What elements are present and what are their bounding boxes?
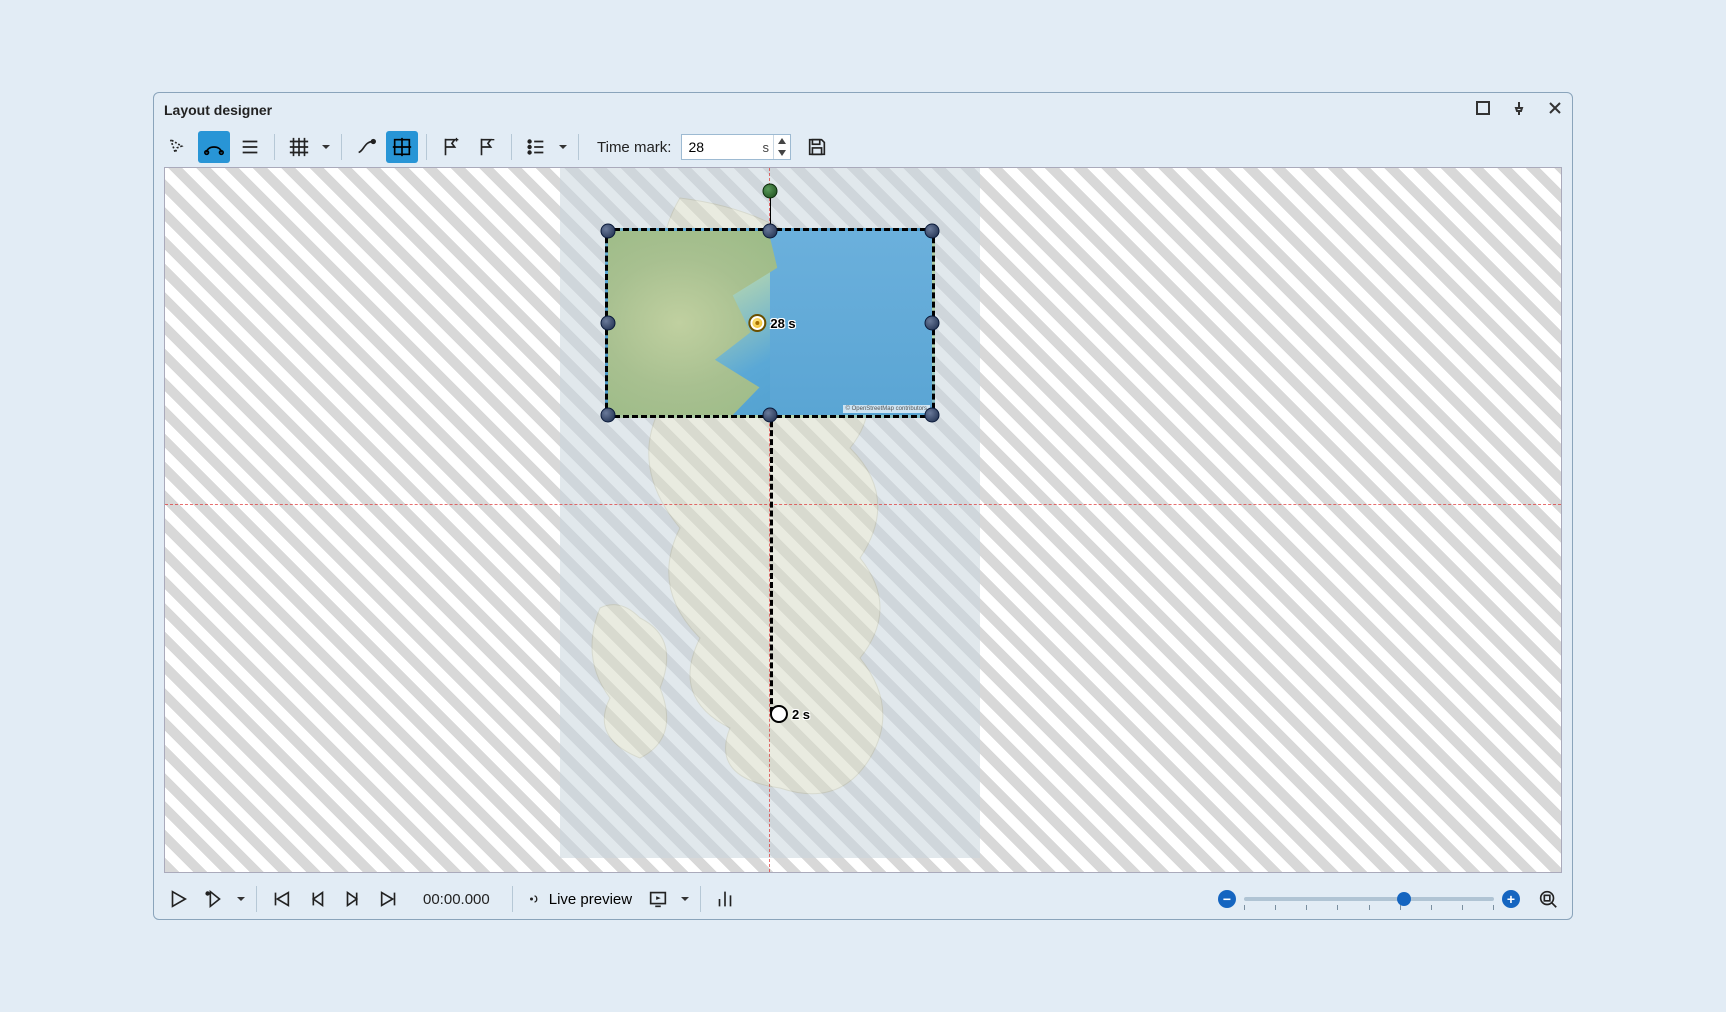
- keyframe-other[interactable]: 2 s: [770, 705, 810, 723]
- window-controls: [1476, 101, 1562, 120]
- spinner-up[interactable]: [774, 135, 790, 147]
- flag-remove-button[interactable]: [471, 131, 503, 163]
- select-tool-button[interactable]: [162, 131, 194, 163]
- timecode-display: 00:00.000: [423, 891, 490, 908]
- handle-sw[interactable]: [601, 408, 616, 423]
- separator: [256, 886, 257, 912]
- separator: [426, 134, 427, 160]
- canvas[interactable]: © OpenStreetMap contributors 28 s 2 s: [164, 167, 1562, 873]
- zoom-fit-button[interactable]: [1532, 883, 1564, 915]
- rewind-start-button[interactable]: [265, 883, 297, 915]
- zoom-out-button[interactable]: −: [1218, 890, 1236, 908]
- handle-n[interactable]: [763, 224, 778, 239]
- play-segment-button[interactable]: [198, 883, 230, 915]
- next-frame-button[interactable]: [337, 883, 369, 915]
- map-attribution: © OpenStreetMap contributors: [843, 405, 930, 413]
- keyframe-other-label: 2 s: [792, 707, 810, 722]
- layout-designer-window: Layout designer Time mark: s: [153, 92, 1573, 920]
- keyframe-current[interactable]: 28 s: [748, 314, 795, 332]
- play-button[interactable]: [162, 883, 194, 915]
- separator: [341, 134, 342, 160]
- keyframe-dot-icon: [748, 314, 766, 332]
- guide-horizontal: [165, 504, 1561, 505]
- zoom-slider-thumb[interactable]: [1397, 892, 1411, 906]
- handle-s[interactable]: [763, 408, 778, 423]
- handle-e[interactable]: [925, 316, 940, 331]
- play-dropdown[interactable]: [234, 894, 248, 904]
- separator: [578, 134, 579, 160]
- zoom-ticks: [1244, 905, 1494, 910]
- spinner-down[interactable]: [774, 147, 790, 159]
- zoom-in-button[interactable]: +: [1502, 890, 1520, 908]
- path-tool-button[interactable]: [350, 131, 382, 163]
- time-mark-label: Time mark:: [597, 139, 671, 156]
- handle-w[interactable]: [601, 316, 616, 331]
- keyframe-current-label: 28 s: [770, 316, 795, 331]
- live-preview-label: Live preview: [549, 891, 632, 908]
- titlebar: Layout designer: [154, 93, 1572, 127]
- list-button[interactable]: [520, 131, 552, 163]
- rotation-handle[interactable]: [763, 184, 778, 199]
- window-title: Layout designer: [164, 102, 272, 118]
- zoom-slider-track[interactable]: [1244, 897, 1494, 901]
- forward-end-button[interactable]: [373, 883, 405, 915]
- grid-dropdown[interactable]: [319, 142, 333, 152]
- zoom-control: − +: [1218, 890, 1520, 908]
- bottom-toolbar: 00:00.000 Live preview − +: [154, 879, 1572, 919]
- close-icon[interactable]: [1548, 101, 1562, 120]
- save-button[interactable]: [801, 131, 833, 163]
- prev-frame-button[interactable]: [301, 883, 333, 915]
- preview-dropdown[interactable]: [678, 894, 692, 904]
- separator: [700, 886, 701, 912]
- handle-nw[interactable]: [601, 224, 616, 239]
- layers-button[interactable]: [234, 131, 266, 163]
- handle-ne[interactable]: [925, 224, 940, 239]
- live-preview-toggle[interactable]: Live preview: [521, 883, 638, 915]
- preview-window-button[interactable]: [642, 883, 674, 915]
- time-mark-input[interactable]: [682, 137, 762, 157]
- crop-tool-button[interactable]: [386, 131, 418, 163]
- time-unit-label: s: [762, 140, 773, 155]
- bezier-tool-button[interactable]: [198, 131, 230, 163]
- flag-add-button[interactable]: [435, 131, 467, 163]
- top-toolbar: Time mark: s: [154, 127, 1572, 167]
- separator: [274, 134, 275, 160]
- separator: [512, 886, 513, 912]
- time-mark-spinner[interactable]: s: [681, 134, 791, 160]
- keyframe-dot-icon: [770, 705, 788, 723]
- equalizer-button[interactable]: [709, 883, 741, 915]
- separator: [511, 134, 512, 160]
- handle-se[interactable]: [925, 408, 940, 423]
- pin-icon[interactable]: [1512, 101, 1526, 120]
- list-dropdown[interactable]: [556, 142, 570, 152]
- grid-button[interactable]: [283, 131, 315, 163]
- maximize-icon[interactable]: [1476, 101, 1490, 120]
